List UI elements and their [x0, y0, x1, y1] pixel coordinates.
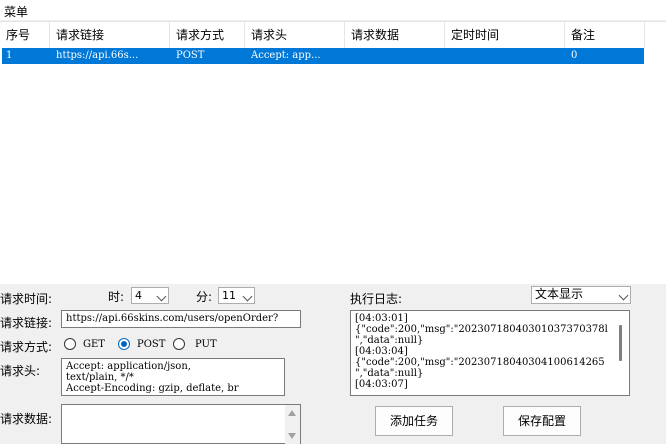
menu-item[interactable]: 菜单 — [4, 3, 28, 20]
log-mode-select[interactable]: 文本显示 — [531, 286, 631, 304]
scroll-up-icon[interactable] — [288, 410, 296, 416]
request-header-label: 请求头: — [0, 364, 41, 378]
save-config-button[interactable]: 保存配置 — [503, 406, 581, 436]
chevron-down-icon — [618, 290, 629, 301]
cell-data — [347, 48, 447, 64]
radio-post[interactable] — [118, 338, 130, 350]
hour-select[interactable]: 4 — [131, 287, 169, 304]
log-label: 执行日志: — [350, 292, 403, 306]
list-header: 序号 请求链接 请求方式 请求头 请求数据 定时时间 备注 — [0, 22, 666, 48]
minute-select[interactable]: 11 — [218, 287, 255, 304]
table-row[interactable]: 1 https://api.66s... POST Accept: app...… — [2, 48, 644, 64]
radio-put[interactable] — [173, 338, 185, 350]
col-header-time[interactable]: 定时时间 — [445, 22, 565, 48]
chevron-down-icon — [242, 291, 253, 302]
cell-index: 1 — [6, 50, 13, 61]
log-output[interactable]: [04:03:01] {"code":200,"msg":"2023071804… — [350, 310, 630, 396]
cell-time — [447, 48, 567, 64]
request-list[interactable]: 序号 请求链接 请求方式 请求头 请求数据 定时时间 备注 1 https://… — [0, 21, 666, 284]
radio-get[interactable] — [64, 338, 76, 350]
cell-url: https://api.66s... — [56, 50, 139, 61]
add-task-button[interactable]: 添加任务 — [375, 406, 453, 436]
chevron-down-icon — [156, 291, 167, 302]
data-textarea[interactable] — [61, 404, 301, 444]
log-scroll-thumb[interactable] — [619, 325, 622, 361]
col-header-method[interactable]: 请求方式 — [170, 22, 245, 48]
cell-headers: Accept: app... — [251, 50, 321, 61]
minute-label: 分: — [196, 290, 213, 304]
col-header-index[interactable]: 序号 — [0, 22, 50, 48]
log-mode-value: 文本显示 — [535, 287, 584, 301]
request-url-label: 请求链接: — [0, 316, 53, 330]
cell-note: 0 — [571, 50, 578, 61]
radio-get-label[interactable]: GET — [83, 339, 105, 350]
scroll-down-icon[interactable] — [288, 433, 296, 439]
url-input[interactable]: https://api.66skins.com/users/openOrder? — [61, 310, 301, 328]
col-header-note[interactable]: 备注 — [565, 22, 645, 48]
request-time-label: 请求时间: — [0, 292, 53, 306]
col-header-headers[interactable]: 请求头 — [245, 22, 345, 48]
hour-value: 4 — [135, 289, 142, 302]
hour-label: 时: — [108, 290, 125, 304]
header-textarea[interactable]: Accept: application/json, text/plain, */… — [61, 358, 285, 396]
radio-put-label[interactable]: PUT — [195, 339, 217, 350]
menu-bar: 菜单 — [0, 0, 666, 20]
col-header-url[interactable]: 请求链接 — [50, 22, 170, 48]
request-method-label: 请求方式: — [0, 340, 53, 354]
minute-value: 11 — [222, 289, 236, 302]
cell-method: POST — [176, 50, 205, 61]
data-scrollbar[interactable] — [285, 405, 300, 444]
request-data-label: 请求数据: — [0, 412, 53, 426]
col-header-data[interactable]: 请求数据 — [345, 22, 445, 48]
radio-post-label[interactable]: POST — [137, 339, 165, 350]
